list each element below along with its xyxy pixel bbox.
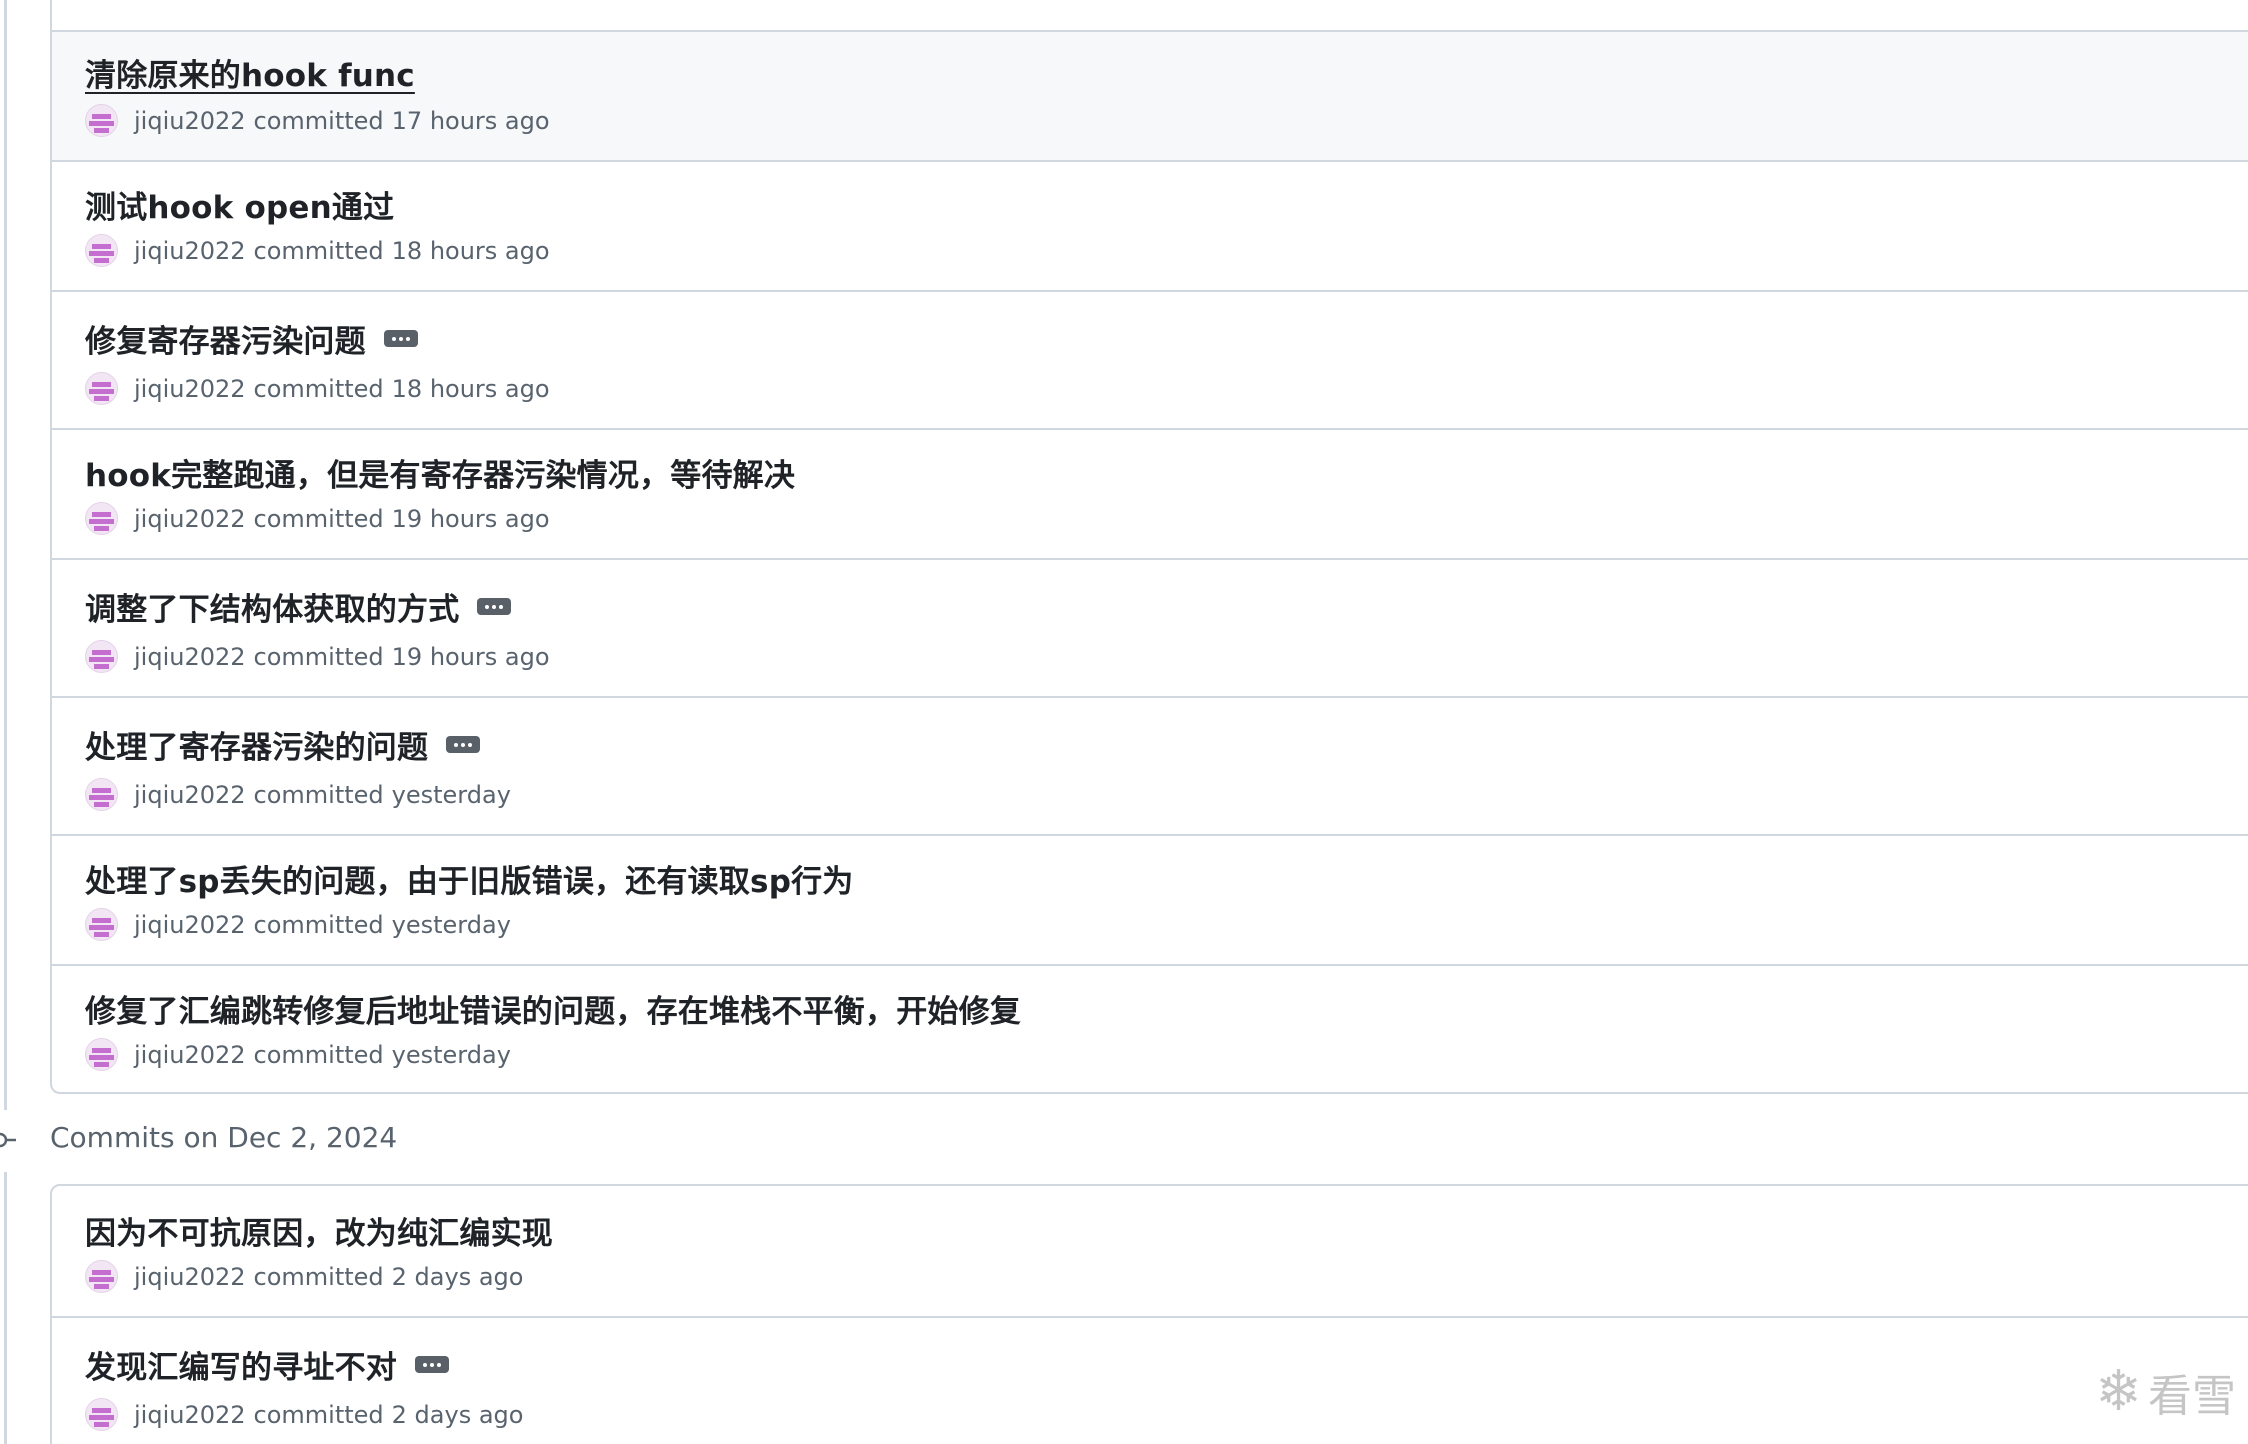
commit-title-link[interactable]: 处理了寄存器污染的问题 xyxy=(85,722,428,767)
avatar[interactable] xyxy=(85,640,118,673)
commit-author[interactable]: jiqiu2022 xyxy=(134,911,246,939)
commit-row[interactable]: 清除原来的hook func jiqiu2022 committed 17 ho… xyxy=(52,30,2248,160)
commit-verb: committed xyxy=(253,1040,384,1069)
commit-verb: committed xyxy=(253,780,384,809)
commit-title-link[interactable]: 因为不可抗原因，改为纯汇编实现 xyxy=(85,1208,553,1253)
commit-row[interactable]: 发现汇编写的寻址不对 jiqiu2022 committed 2 days ag… xyxy=(52,1316,2248,1444)
commit-time: 18 hours ago xyxy=(391,236,550,265)
avatar[interactable] xyxy=(85,234,118,267)
expand-ellipsis-button[interactable] xyxy=(415,1356,449,1373)
commit-verb: committed xyxy=(253,374,384,403)
avatar[interactable] xyxy=(85,1260,118,1293)
commit-row[interactable]: hook完整跑通，但是有寄存器污染情况，等待解决 jiqiu2022 commi… xyxy=(52,428,2248,558)
commit-title-link[interactable]: 修复寄存器污染问题 xyxy=(85,316,366,361)
commit-time: 2 days ago xyxy=(391,1400,524,1429)
commit-row[interactable]: 因为不可抗原因，改为纯汇编实现 jiqiu2022 committed 2 da… xyxy=(52,1186,2248,1316)
commit-title-link[interactable]: 清除原来的hook func xyxy=(85,50,415,95)
expand-ellipsis-button[interactable] xyxy=(383,330,418,347)
commit-list: 因为不可抗原因，改为纯汇编实现 jiqiu2022 committed 2 da… xyxy=(50,1184,2248,1444)
watermark: ❄ 看雪 xyxy=(2095,1359,2236,1424)
commit-author[interactable]: jiqiu2022 xyxy=(134,505,246,533)
commit-author[interactable]: jiqiu2022 xyxy=(134,107,246,135)
commit-row[interactable]: 处理了寄存器污染的问题 jiqiu2022 committed yesterda… xyxy=(52,696,2248,834)
avatar[interactable] xyxy=(85,1038,118,1071)
commit-verb: committed xyxy=(253,1400,384,1429)
commit-row[interactable]: 修复寄存器污染问题 jiqiu2022 committed 18 hours a… xyxy=(52,290,2248,428)
avatar[interactable] xyxy=(85,908,118,941)
avatar[interactable] xyxy=(85,502,118,535)
commit-verb: committed xyxy=(253,106,384,135)
timeline-line xyxy=(4,1172,7,1444)
commit-author[interactable]: jiqiu2022 xyxy=(134,1401,246,1429)
commit-author[interactable]: jiqiu2022 xyxy=(134,781,246,809)
commit-author[interactable]: jiqiu2022 xyxy=(134,643,246,671)
commit-title-link[interactable]: hook完整跑通，但是有寄存器污染情况，等待解决 xyxy=(85,450,795,495)
commit-time: 2 days ago xyxy=(391,1262,524,1291)
expand-ellipsis-button[interactable] xyxy=(446,736,481,753)
timeline-line xyxy=(4,0,7,1110)
commit-icon xyxy=(0,1132,16,1148)
commit-author[interactable]: jiqiu2022 xyxy=(134,237,246,265)
expand-ellipsis-button[interactable] xyxy=(477,598,512,615)
commit-title-link[interactable]: 测试hook open通过 xyxy=(85,182,394,227)
commit-title-link[interactable]: 发现汇编写的寻址不对 xyxy=(85,1342,397,1387)
commit-author[interactable]: jiqiu2022 xyxy=(134,375,246,403)
commit-verb: committed xyxy=(253,1262,384,1291)
commit-time: yesterday xyxy=(391,910,511,939)
commit-title-link[interactable]: 处理了sp丢失的问题，由于旧版错误，还有读取sp行为 xyxy=(85,856,853,901)
snowflake-icon: ❄ xyxy=(2095,1359,2142,1424)
commit-list: 清除原来的hook func jiqiu2022 committed 17 ho… xyxy=(50,0,2248,1094)
commits-page: 清除原来的hook func jiqiu2022 committed 17 ho… xyxy=(0,0,2248,1444)
commit-author[interactable]: jiqiu2022 xyxy=(134,1263,246,1291)
commit-verb: committed xyxy=(253,236,384,265)
commit-time: 17 hours ago xyxy=(391,106,550,135)
avatar[interactable] xyxy=(85,778,118,811)
commit-time: 19 hours ago xyxy=(391,642,550,671)
commit-row[interactable] xyxy=(52,0,2248,30)
commit-verb: committed xyxy=(253,504,384,533)
avatar[interactable] xyxy=(85,1398,118,1431)
avatar[interactable] xyxy=(85,372,118,405)
commit-title-link[interactable]: 修复了汇编跳转修复后地址错误的问题，存在堆栈不平衡，开始修复 xyxy=(85,986,1021,1031)
commit-verb: committed xyxy=(253,910,384,939)
commit-time: yesterday xyxy=(391,780,511,809)
commit-row[interactable]: 处理了sp丢失的问题，由于旧版错误，还有读取sp行为 jiqiu2022 com… xyxy=(52,834,2248,964)
commit-row[interactable]: 调整了下结构体获取的方式 jiqiu2022 committed 19 hour… xyxy=(52,558,2248,696)
watermark-text: 看雪 xyxy=(2148,1370,2236,1422)
commit-author[interactable]: jiqiu2022 xyxy=(134,1041,246,1069)
commit-time: yesterday xyxy=(391,1040,511,1069)
commit-row[interactable]: 测试hook open通过 jiqiu2022 committed 18 hou… xyxy=(52,160,2248,290)
commit-row[interactable]: 修复了汇编跳转修复后地址错误的问题，存在堆栈不平衡，开始修复 jiqiu2022… xyxy=(52,964,2248,1094)
avatar[interactable] xyxy=(85,104,118,137)
commit-time: 18 hours ago xyxy=(391,374,550,403)
commit-verb: committed xyxy=(253,642,384,671)
commits-date-header: Commits on Dec 2, 2024 xyxy=(50,1121,398,1154)
commit-title-link[interactable]: 调整了下结构体获取的方式 xyxy=(85,584,459,629)
commit-time: 19 hours ago xyxy=(391,504,550,533)
